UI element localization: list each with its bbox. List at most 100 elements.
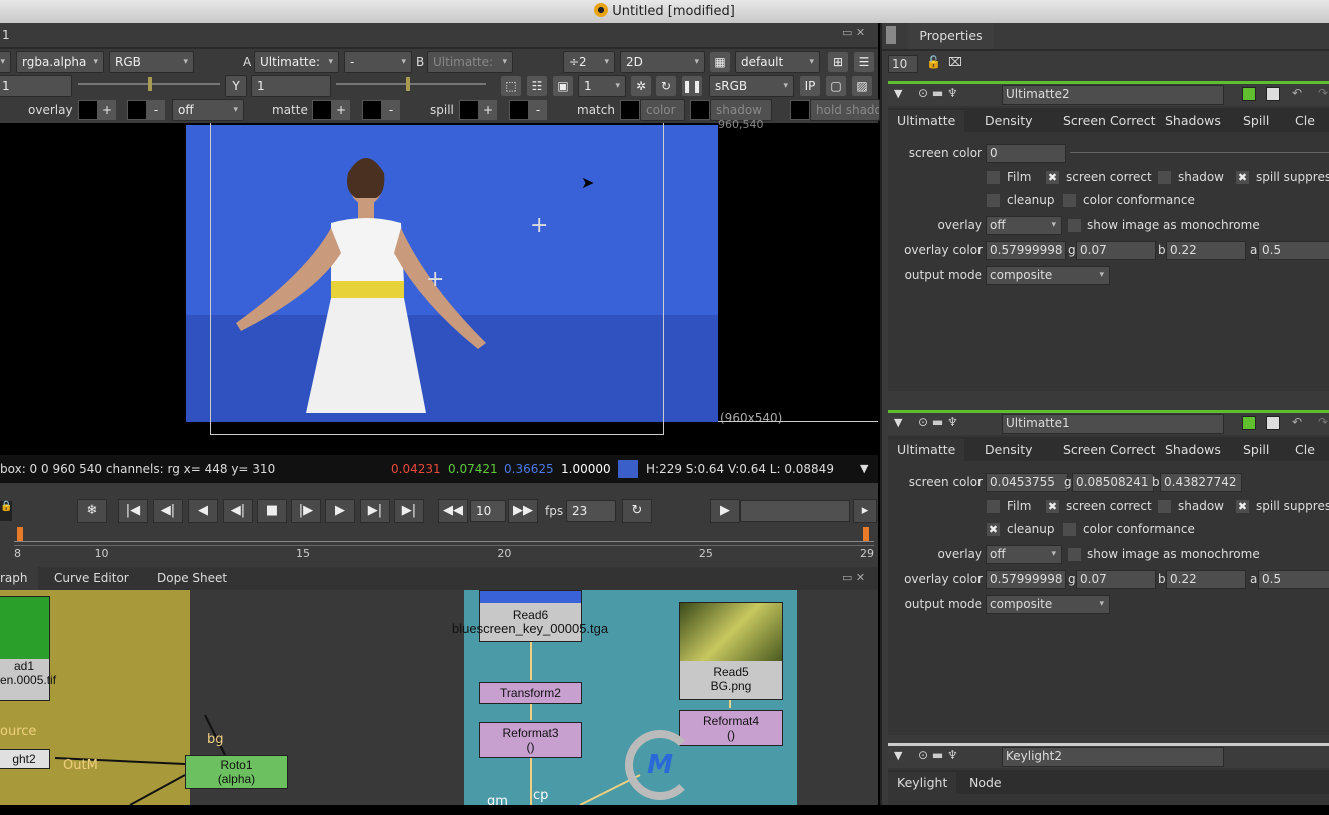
a-input-dropdown[interactable]: Ultimatte: [254,51,339,73]
gamma-field[interactable]: 1 [251,75,331,97]
overlay-color-b-field[interactable]: 0.22 [1166,241,1246,260]
overlay-mode-dropdown[interactable]: off [172,99,244,121]
output-mode-dropdown[interactable]: composite [986,266,1110,285]
node-graph[interactable]: ad1 en.0005.tif ource ght2 OutM bg Roto1… [0,590,878,805]
tab-shadows[interactable]: Shadows [1156,110,1230,132]
panel-icons[interactable]: ⊙ ▬ ♆ [918,415,958,429]
flipbook-field[interactable] [740,500,850,522]
roi-icon[interactable]: ⊞ [828,52,848,72]
prev-keyframe-button[interactable]: ◀| [153,499,183,523]
tab-shadows[interactable]: Shadows [1156,439,1230,461]
loop-mode-button[interactable]: ↻ [622,499,652,523]
screen-color-slider[interactable] [1070,152,1329,153]
spill-suppress-checkbox[interactable]: ✖ [1236,171,1249,184]
read5-node[interactable]: Read5 BG.png [679,602,783,700]
screen-correct-checkbox[interactable]: ✖ [1046,500,1059,513]
frame-dropdown[interactable]: 1 [578,75,626,97]
overlay-dropdown[interactable]: off [986,216,1062,235]
node-color-icon[interactable] [1242,416,1256,430]
gain-field[interactable]: 1 [0,75,72,97]
node-color-icon[interactable] [1242,87,1256,101]
transform2-node[interactable]: Transform2 [479,682,582,704]
monochrome-checkbox[interactable] [1068,219,1081,232]
skip-back-button[interactable]: ◀◀ [438,499,468,523]
camera-icon[interactable]: ▦ [710,52,730,72]
matte-color-plus[interactable] [312,100,332,120]
match-color-swatch[interactable] [620,100,640,120]
tab-screen-correct[interactable]: Screen Correct [1054,439,1165,461]
tab-curve-editor[interactable]: Curve Editor [44,567,139,590]
channels-dropdown[interactable]: rgba.alpha [16,51,104,73]
timeline-range-button[interactable]: ▸ [853,499,877,523]
refresh-icon[interactable]: ↻ [656,76,676,96]
overlay-color-minus[interactable] [127,100,147,120]
zebra-icon[interactable]: ▨ [852,76,872,96]
cleanup-checkbox[interactable]: ✖ [987,523,1000,536]
play-backward-button[interactable]: ◀| [223,499,253,523]
keylight2-node[interactable]: ght2 [0,749,50,769]
shadow-checkbox[interactable] [1158,500,1171,513]
shadow-swatch[interactable] [690,100,710,120]
gamma-slider[interactable] [336,77,486,91]
last-frame-button[interactable]: ▶| [394,499,424,523]
compare-op-dropdown[interactable]: - [344,51,412,73]
overlay-dropdown[interactable]: off [986,545,1062,564]
collapse-icon[interactable]: ▼ [894,749,902,762]
color-conformance-checkbox[interactable] [1063,523,1076,536]
flipbook-button[interactable]: ▶ [710,499,740,523]
viewer-color-icon[interactable] [1266,87,1280,101]
viewer-color-icon[interactable] [1266,416,1280,430]
overlay-color-plus[interactable] [78,100,98,120]
overlay-color-a-field[interactable]: 0.5 [1258,241,1329,260]
increment-field[interactable]: 10 [470,500,506,522]
next-frame-button[interactable]: ▶ [325,499,355,523]
overlay-color-g-field[interactable]: 0.07 [1076,570,1156,589]
guides-icon[interactable]: ☷ [527,76,547,96]
overlay-color-g-field[interactable]: 0.07 [1076,241,1156,260]
reformat3-node[interactable]: Reformat3() [479,722,582,758]
gain-slider[interactable] [78,77,220,91]
overlay-color-a-field[interactable]: 0.5 [1258,570,1329,589]
Film-checkbox[interactable] [987,500,1000,513]
color-button[interactable]: color [640,99,685,121]
roi-select-icon[interactable]: ⬚ [501,76,521,96]
display-dropdown[interactable]: RGB [109,51,194,73]
settings-icon[interactable]: ☰ [854,52,874,72]
overlay-icon[interactable]: ▣ [553,76,573,96]
plus-button[interactable]: + [98,100,116,120]
screen-correct-checkbox[interactable]: ✖ [1046,171,1059,184]
hold-swatch[interactable] [790,100,810,120]
undo-icon[interactable]: ↶ [1292,86,1302,100]
tab-ultimatte[interactable]: Ultimatte [888,110,965,132]
panel-icons[interactable]: ⊙ ▬ ♆ [918,748,958,762]
color-conformance-checkbox[interactable] [1063,194,1076,207]
pause-update-icon[interactable]: ✲ [631,76,651,96]
spill-suppress-checkbox[interactable]: ✖ [1236,500,1249,513]
ip-button[interactable]: IP [800,76,820,96]
overlay-color-r-field[interactable]: 0.57999998 [986,570,1066,589]
tab-keylight[interactable]: Keylight [888,772,957,794]
Film-checkbox[interactable] [987,171,1000,184]
spill-color-plus[interactable] [459,100,479,120]
shadow-checkbox[interactable] [1158,171,1171,184]
minus-button[interactable]: - [147,100,165,120]
collapse-icon[interactable]: ▼ [894,416,902,429]
reformat4-node[interactable]: Reformat4() [679,710,783,746]
viewer-tab[interactable]: 1 [0,23,20,47]
tab-ultimatte[interactable]: Ultimatte [888,439,965,461]
hold-shadow-button[interactable]: hold shado [810,99,880,121]
tab-dope-sheet[interactable]: Dope Sheet [147,567,237,590]
matte-color-minus[interactable] [362,100,382,120]
tab-density[interactable]: Density [976,439,1042,461]
panel-icons[interactable]: ⊙ ▬ ♆ [918,86,958,100]
fps-field[interactable]: 23 [566,500,616,522]
colorspace-dropdown[interactable]: sRGB [709,75,794,97]
play-forward-button[interactable]: |▶ [291,499,321,523]
tab-spill[interactable]: Spill [1234,439,1278,461]
tab-cle[interactable]: Cle [1286,439,1324,461]
screen-color-r-field[interactable]: 0.0453755 [986,473,1068,492]
overlay-color-b-field[interactable]: 0.22 [1166,570,1246,589]
out-point-marker[interactable] [863,527,869,541]
prev-frame-button[interactable]: ◀ [188,499,218,523]
pause-icon[interactable]: ❚❚ [682,76,702,96]
